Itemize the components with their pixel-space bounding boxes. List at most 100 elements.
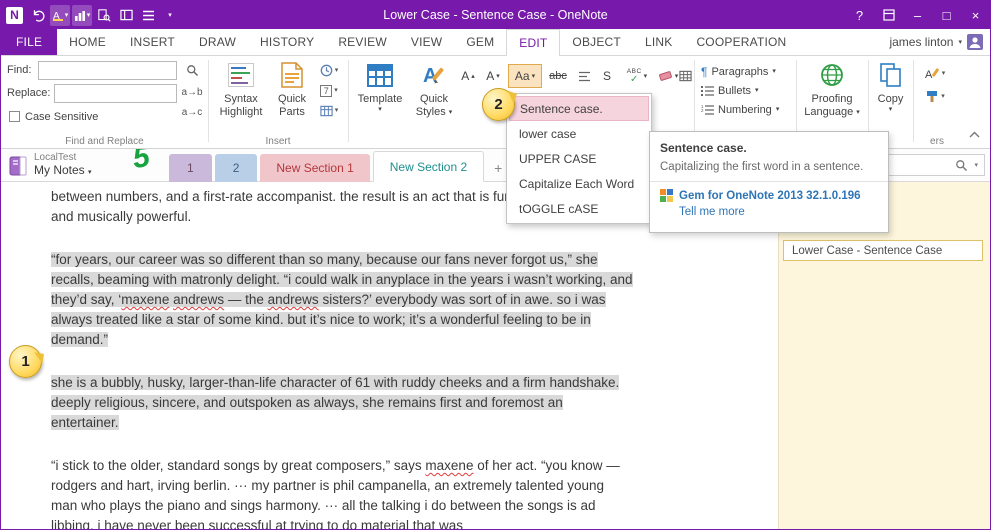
tab-view[interactable]: VIEW	[399, 29, 454, 55]
user-account[interactable]: james linton ▾	[889, 29, 990, 55]
highlight-tool-icon[interactable]: A ▾	[50, 4, 70, 26]
case-sensitive-label: Case Sensitive	[25, 111, 99, 123]
section-tab-new-section-2[interactable]: New Section 2	[372, 151, 485, 182]
paragraph-4[interactable]: “i stick to the older, standard songs by…	[51, 456, 634, 529]
search-icon[interactable]	[952, 159, 971, 172]
search-scope-dropdown[interactable]: ▾	[971, 162, 984, 169]
find-search-button[interactable]	[180, 60, 204, 81]
paragraph-mark-icon: ¶	[701, 64, 708, 79]
qat-customize-icon[interactable]: ▾	[160, 5, 180, 26]
format-brush-button[interactable]: ▾	[917, 86, 953, 106]
eraser-icon	[658, 71, 672, 81]
find-label: Find:	[7, 64, 32, 76]
quick-parts-button[interactable]: Quick Parts	[270, 59, 314, 119]
copy-icon	[879, 59, 902, 91]
help-button[interactable]: ?	[845, 1, 874, 29]
replace-input[interactable]	[54, 84, 177, 103]
undo-icon[interactable]	[28, 5, 48, 26]
strikethrough-button[interactable]: abc	[544, 64, 572, 88]
menu-item-toggle-case[interactable]: tOGGLE cASE	[509, 196, 649, 221]
syntax-highlight-icon	[228, 59, 254, 91]
bullets-label: Bullets	[718, 84, 752, 97]
section-tab-2[interactable]: 2	[214, 154, 258, 182]
line-spacing-button[interactable]	[572, 64, 596, 88]
case-sensitive-option[interactable]: Case Sensitive	[9, 111, 98, 123]
replace-label: Replace:	[7, 87, 51, 99]
avatar	[967, 34, 983, 50]
notebook-panel-icon[interactable]	[116, 5, 136, 26]
brush-icon	[927, 90, 938, 102]
chevron-down-icon: ▾	[775, 106, 780, 113]
chevron-down-icon: ▾	[531, 72, 536, 80]
paragraph-2[interactable]: “for years, our career was so different …	[51, 250, 634, 350]
section-tab-1[interactable]: 1	[169, 154, 212, 182]
chart-tool-icon[interactable]: ▾	[72, 4, 92, 26]
close-button[interactable]: ×	[961, 1, 990, 29]
tab-gem[interactable]: GEM	[454, 29, 506, 55]
syntax-highlight-button[interactable]: Syntax Highlight	[214, 59, 268, 119]
format-pen-button[interactable]: A ▾	[917, 63, 953, 83]
replace-all-button[interactable]: a→c	[180, 103, 204, 122]
grid-toggle-button[interactable]	[677, 64, 693, 88]
maximize-button[interactable]: □	[932, 1, 961, 29]
tab-cooperation[interactable]: COOPERATION	[684, 29, 798, 55]
page-canvas[interactable]: between numbers, and a first-rate accomp…	[1, 182, 778, 529]
gem-version-link[interactable]: Gem for OneNote 2013 32.1.0.196	[679, 190, 861, 202]
svg-text:2: 2	[701, 108, 704, 113]
quick-parts-label-2: Parts	[279, 106, 305, 118]
insert-date-button[interactable]: 7 ▾	[314, 81, 344, 100]
quick-styles-button[interactable]: A Quick Styles ▾	[409, 59, 459, 119]
small-down-icon: ▾	[496, 73, 500, 80]
grow-font-button[interactable]: A ▴	[456, 64, 480, 88]
small-up-icon: ▴	[471, 73, 475, 80]
template-button[interactable]: Template ▾	[353, 59, 407, 113]
template-label: Template	[357, 93, 403, 105]
tab-review[interactable]: REVIEW	[326, 29, 399, 55]
tab-home[interactable]: HOME	[57, 29, 118, 55]
notebook-switcher[interactable]: LocalTest My Notes ▾	[34, 151, 92, 177]
section-tab-new-section-1[interactable]: New Section 1	[260, 154, 370, 182]
tab-history[interactable]: HISTORY	[248, 29, 326, 55]
tooltip-divider	[650, 181, 888, 182]
page-tab-lower-case-sentence-case[interactable]: Lower Case - Sentence Case	[783, 240, 983, 261]
menu-item-upper-case[interactable]: UPPER CASE	[509, 146, 649, 171]
tell-me-more-link[interactable]: Tell me more	[679, 206, 878, 218]
collapse-ribbon-button[interactable]	[969, 125, 980, 143]
menu-item-sentence-case[interactable]: Sentence case.	[509, 96, 649, 121]
tab-link[interactable]: LINK	[633, 29, 684, 55]
spell-check-button[interactable]: ABC ✓ ▾	[619, 64, 655, 88]
ribbon-display-options-icon[interactable]	[874, 1, 903, 29]
chevron-down-icon: ▾	[888, 106, 893, 113]
minimize-button[interactable]: –	[903, 1, 932, 29]
numbering-button[interactable]: 12 Numbering ▾	[701, 101, 779, 118]
chevron-up-icon	[969, 131, 980, 138]
onenote-logo-icon[interactable]: N	[6, 6, 23, 24]
ribbon-tab-bar: FILE HOME INSERT DRAW HISTORY REVIEW VIE…	[1, 29, 990, 56]
paragraph-3[interactable]: she is a bubbly, husky, larger-than-life…	[51, 373, 634, 433]
list-tool-icon[interactable]	[138, 5, 158, 26]
menu-item-lower-case[interactable]: lower case	[509, 121, 649, 146]
tab-draw[interactable]: DRAW	[187, 29, 248, 55]
copy-button[interactable]: Copy ▾	[871, 59, 910, 113]
paragraphs-button[interactable]: ¶ Paragraphs ▾	[701, 63, 776, 80]
proofing-language-button[interactable]: Proofing Language ▾	[801, 59, 863, 119]
search-document-icon[interactable]	[94, 5, 114, 26]
bullets-button[interactable]: Bullets ▾	[701, 82, 759, 99]
replace-one-button[interactable]: a→b	[180, 83, 204, 102]
insert-time-button[interactable]: ▾	[314, 61, 344, 80]
notebook-icon[interactable]	[9, 156, 28, 181]
tab-object[interactable]: OBJECT	[560, 29, 633, 55]
change-case-button[interactable]: Aa ▾	[508, 64, 542, 88]
case-sensitive-checkbox[interactable]	[9, 111, 20, 122]
quick-styles-label-1: Quick	[419, 93, 449, 105]
tab-edit[interactable]: EDIT	[506, 29, 561, 56]
find-input[interactable]	[38, 61, 177, 80]
insert-table-button[interactable]: ▾	[314, 101, 344, 120]
calendar-icon: 7	[320, 84, 333, 97]
spell-check-icon: ABC ✓	[627, 68, 642, 85]
shrink-font-button[interactable]: A ▾	[481, 64, 505, 88]
menu-item-capitalize-each-word[interactable]: Capitalize Each Word	[509, 171, 649, 196]
tab-file[interactable]: FILE	[1, 29, 58, 55]
style-s-button[interactable]: S	[597, 64, 617, 88]
tab-insert[interactable]: INSERT	[118, 29, 187, 55]
